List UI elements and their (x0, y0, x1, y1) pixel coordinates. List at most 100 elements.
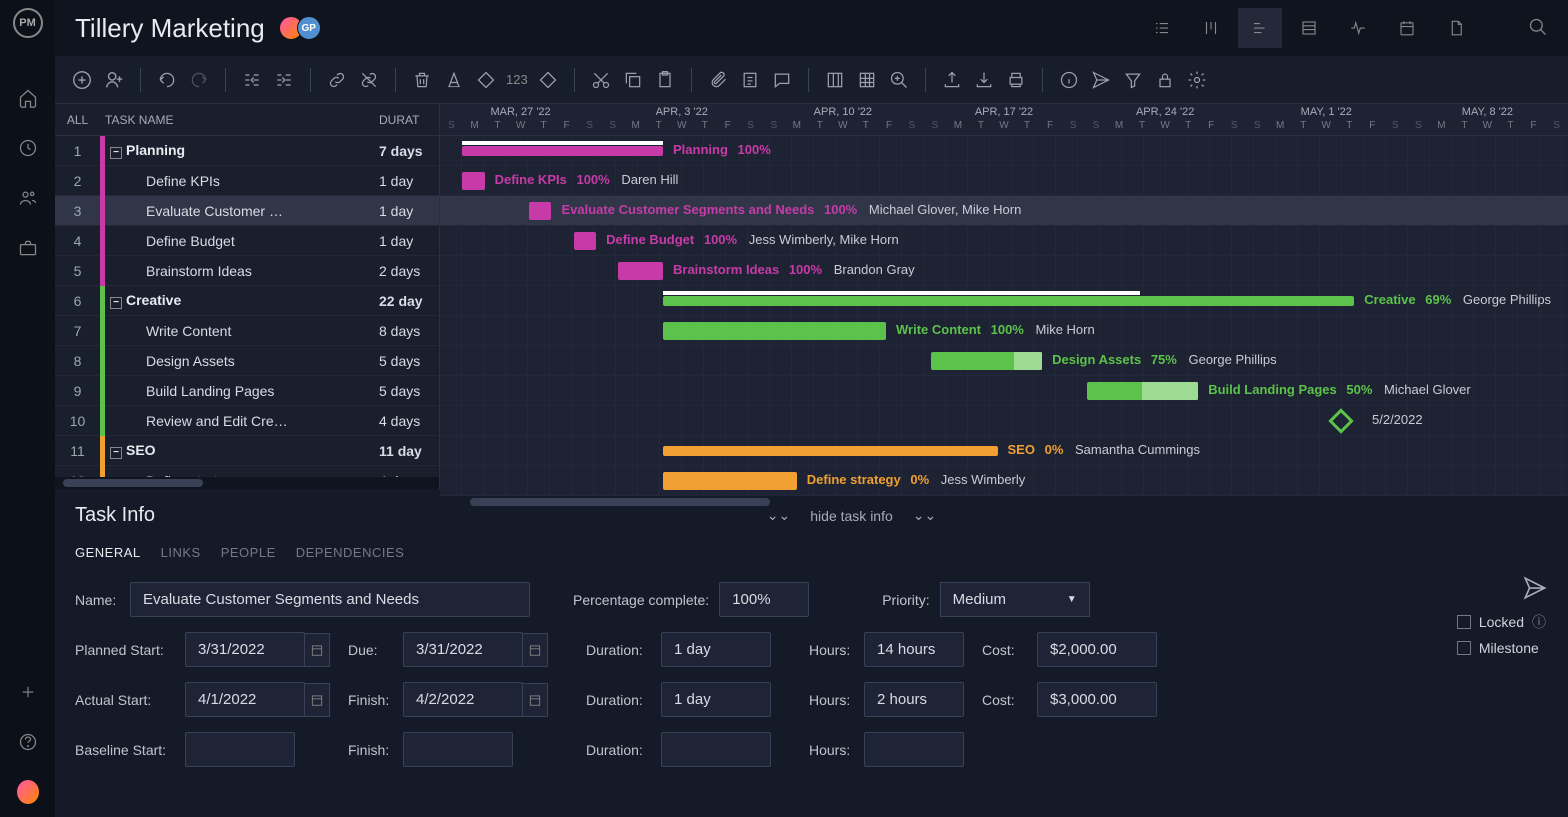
clock-icon[interactable] (17, 137, 39, 159)
paste-icon[interactable] (653, 68, 677, 92)
pct-complete-input[interactable] (719, 582, 809, 617)
avatar[interactable]: GP (297, 16, 321, 40)
unlink-icon[interactable] (357, 68, 381, 92)
copy-icon[interactable] (621, 68, 645, 92)
gantt-row[interactable]: Planning 100% (440, 136, 1568, 166)
actual-duration-input[interactable] (661, 682, 771, 717)
info-icon[interactable] (1057, 68, 1081, 92)
baseline-start-input[interactable] (185, 732, 295, 767)
zoom-icon[interactable] (887, 68, 911, 92)
task-row[interactable]: 12 Define strategy 4 days (55, 466, 439, 477)
gantt-bar[interactable] (931, 352, 1043, 370)
task-row[interactable]: 1 −Planning 7 days (55, 136, 439, 166)
gantt-bar[interactable] (663, 296, 1354, 306)
task-row[interactable]: 3 Evaluate Customer … 1 day (55, 196, 439, 226)
task-row[interactable]: 5 Brainstorm Ideas 2 days (55, 256, 439, 286)
trash-icon[interactable] (410, 68, 434, 92)
actual-hours-input[interactable] (864, 682, 964, 717)
people-icon[interactable] (17, 187, 39, 209)
text-icon[interactable] (442, 68, 466, 92)
plus-icon[interactable] (17, 681, 39, 703)
gantt-bar[interactable] (618, 262, 663, 280)
priority-select[interactable]: Medium▼ (940, 582, 1090, 617)
import-icon[interactable] (972, 68, 996, 92)
undo-icon[interactable] (155, 68, 179, 92)
diamond-icon[interactable] (536, 68, 560, 92)
task-row[interactable]: 6 −Creative 22 day (55, 286, 439, 316)
attach-icon[interactable] (706, 68, 730, 92)
calendar-icon[interactable] (522, 683, 548, 717)
gantt-bar[interactable] (529, 202, 551, 220)
tab-people[interactable]: PEOPLE (221, 545, 276, 560)
planned-cost-input[interactable] (1037, 632, 1157, 667)
sheet-view-icon[interactable] (1287, 8, 1331, 48)
export-icon[interactable] (940, 68, 964, 92)
planned-hours-input[interactable] (864, 632, 964, 667)
outdent-icon[interactable] (240, 68, 264, 92)
gantt-row[interactable]: Define strategy 0% Jess Wimberly (440, 466, 1568, 496)
gantt-view-icon[interactable] (1238, 8, 1282, 48)
board-view-icon[interactable] (1189, 8, 1233, 48)
gantt-row[interactable]: Creative 69% George Phillips (440, 286, 1568, 316)
collapse-icon[interactable]: − (110, 297, 122, 309)
grid-icon[interactable] (855, 68, 879, 92)
col-name-header[interactable]: TASK NAME (100, 113, 379, 127)
baseline-duration-input[interactable] (661, 732, 771, 767)
task-row[interactable]: 2 Define KPIs 1 day (55, 166, 439, 196)
actual-start-input[interactable] (185, 682, 305, 717)
gantt-row[interactable]: Write Content 100% Mike Horn (440, 316, 1568, 346)
link-icon[interactable] (325, 68, 349, 92)
add-icon[interactable] (70, 68, 94, 92)
task-name-input[interactable] (130, 582, 530, 617)
note-icon[interactable] (738, 68, 762, 92)
task-row[interactable]: 8 Design Assets 5 days (55, 346, 439, 376)
actual-cost-input[interactable] (1037, 682, 1157, 717)
list-view-icon[interactable] (1140, 8, 1184, 48)
app-logo[interactable]: PM (13, 8, 43, 38)
gantt-row[interactable]: Define Budget 100% Jess Wimberly, Mike H… (440, 226, 1568, 256)
tab-dependencies[interactable]: DEPENDENCIES (296, 545, 405, 560)
calendar-view-icon[interactable] (1385, 8, 1429, 48)
baseline-hours-input[interactable] (864, 732, 964, 767)
briefcase-icon[interactable] (17, 237, 39, 259)
gantt-row[interactable]: Define KPIs 100% Daren Hill (440, 166, 1568, 196)
home-icon[interactable] (17, 87, 39, 109)
gantt-bar[interactable] (574, 232, 596, 250)
gantt-bar[interactable] (663, 446, 998, 456)
task-row[interactable]: 9 Build Landing Pages 5 days (55, 376, 439, 406)
col-all[interactable]: ALL (55, 113, 100, 127)
tab-links[interactable]: LINKS (161, 545, 201, 560)
activity-view-icon[interactable] (1336, 8, 1380, 48)
settings-icon[interactable] (1185, 68, 1209, 92)
milestone-checkbox[interactable]: Milestone (1457, 640, 1546, 656)
gantt-bar[interactable] (462, 172, 484, 190)
send-icon[interactable] (1089, 68, 1113, 92)
comment-icon[interactable] (770, 68, 794, 92)
add-user-icon[interactable] (102, 68, 126, 92)
filter-icon[interactable] (1121, 68, 1145, 92)
locked-checkbox[interactable]: Lockedⓘ (1457, 612, 1546, 632)
due-input[interactable] (403, 632, 523, 667)
redo-icon[interactable] (187, 68, 211, 92)
help-icon[interactable] (17, 731, 39, 753)
print-icon[interactable] (1004, 68, 1028, 92)
document-view-icon[interactable] (1434, 8, 1478, 48)
gantt-row[interactable]: Brainstorm Ideas 100% Brandon Gray (440, 256, 1568, 286)
project-avatars[interactable]: GP (285, 16, 321, 40)
cut-icon[interactable] (589, 68, 613, 92)
tag-icon[interactable] (474, 68, 498, 92)
collapse-icon[interactable]: − (110, 147, 122, 159)
task-scrollbar[interactable] (55, 477, 439, 489)
columns-icon[interactable] (823, 68, 847, 92)
calendar-icon[interactable] (304, 683, 330, 717)
task-row[interactable]: 11 −SEO 11 day (55, 436, 439, 466)
baseline-finish-input[interactable] (403, 732, 513, 767)
milestone-icon[interactable] (1328, 408, 1353, 433)
col-duration-header[interactable]: DURAT (379, 113, 439, 127)
task-row[interactable]: 7 Write Content 8 days (55, 316, 439, 346)
gantt-row[interactable]: Build Landing Pages 50% Michael Glover (440, 376, 1568, 406)
info-icon[interactable]: ⓘ (1532, 612, 1546, 632)
user-avatar-icon[interactable] (17, 781, 39, 803)
gantt-bar[interactable] (663, 472, 797, 490)
gantt-bar[interactable] (663, 322, 886, 340)
